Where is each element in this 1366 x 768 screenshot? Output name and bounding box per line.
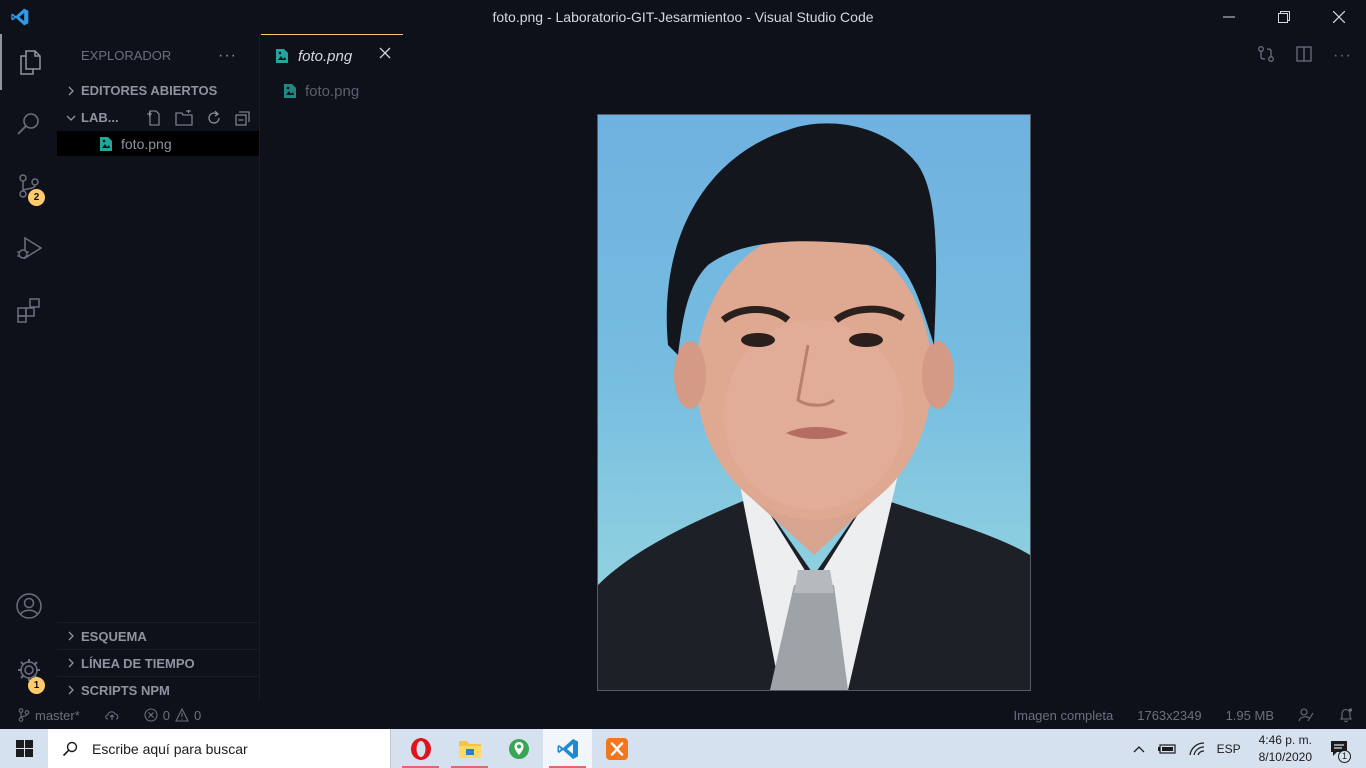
input-language[interactable]: ESP (1211, 742, 1247, 756)
action-center-icon[interactable]: 1 (1324, 740, 1366, 763)
taskbar-vscode[interactable] (543, 729, 592, 768)
image-size: 1.95 MB (1225, 707, 1274, 723)
taskbar-xampp[interactable] (592, 729, 641, 768)
manage-badge: 1 (28, 677, 45, 694)
windows-start-icon[interactable] (0, 729, 48, 768)
chevron-right-icon (63, 685, 79, 695)
show-hidden-icons-icon[interactable] (1127, 745, 1151, 753)
new-folder-icon[interactable] (175, 109, 193, 126)
close-window-button[interactable] (1311, 0, 1366, 34)
chevron-right-icon (63, 658, 79, 668)
feedback-icon[interactable] (1286, 707, 1326, 723)
activity-run-debug[interactable] (0, 220, 57, 276)
breadcrumb-file: foto.png (305, 82, 360, 100)
clock-time: 4:46 p. m. (1258, 732, 1312, 747)
section-folder-label: LAB... (81, 110, 119, 125)
section-folder[interactable]: LAB... (57, 104, 259, 131)
section-npm-scripts[interactable]: SCRIPTS NPM (57, 676, 260, 703)
taskbar-maps[interactable] (494, 729, 543, 768)
new-file-icon[interactable] (146, 109, 162, 126)
image-file-icon (283, 83, 297, 99)
activity-search[interactable] (0, 96, 57, 152)
search-icon (62, 741, 78, 756)
problems-status[interactable]: 0 0 (144, 708, 201, 723)
open-changes-icon[interactable] (1257, 45, 1275, 66)
warning-count: 0 (194, 707, 202, 723)
close-tab-icon[interactable] (379, 47, 391, 59)
clock[interactable]: 4:46 p. m. 8/10/2020 (1247, 732, 1324, 766)
search-icon (16, 113, 39, 135)
section-timeline-label: LÍNEA DE TIEMPO (81, 655, 195, 671)
restore-button[interactable] (1256, 0, 1311, 34)
git-branch-icon (18, 708, 30, 722)
warning-icon (175, 708, 189, 722)
activity-accounts[interactable] (0, 578, 57, 634)
window-title: foto.png - Laboratorio-GIT-Jesarmientoo … (492, 9, 874, 25)
image-preview[interactable] (597, 114, 1031, 691)
clock-date: 8/10/2020 (1258, 749, 1312, 764)
taskbar-opera[interactable] (396, 729, 445, 768)
branch-name: master* (35, 707, 80, 723)
image-dimensions: 1763x2349 (1137, 707, 1202, 723)
section-open-editors[interactable]: EDITORES ABIERTOS (57, 77, 259, 104)
activity-bar: 2 1 (0, 34, 57, 701)
xampp-icon (605, 737, 628, 760)
tab-foto-png[interactable]: foto.png (261, 34, 403, 77)
notification-count: 1 (1338, 749, 1351, 763)
account-icon (15, 593, 42, 619)
section-outline-label: ESQUEMA (81, 628, 147, 644)
refresh-icon[interactable] (206, 110, 222, 126)
maps-icon (508, 738, 529, 759)
title-bar: foto.png - Laboratorio-GIT-Jesarmientoo … (0, 0, 1366, 34)
error-count: 0 (162, 707, 171, 723)
wifi-icon[interactable] (1183, 741, 1211, 756)
image-zoom-mode[interactable]: Imagen completa (1002, 708, 1126, 723)
section-open-editors-label: EDITORES ABIERTOS (81, 83, 218, 98)
collapse-all-icon[interactable] (235, 110, 251, 126)
section-outline[interactable]: ESQUEMA (57, 622, 260, 649)
tab-bar: foto.png ··· (261, 34, 1366, 77)
sync-button[interactable] (104, 709, 120, 721)
source-control-badge: 2 (28, 189, 45, 206)
editor-area: foto.png ··· foto.png (261, 34, 1366, 701)
chevron-right-icon (63, 631, 79, 641)
folder-icon (458, 740, 481, 758)
taskbar-search-input[interactable]: Escribe aquí para buscar (48, 729, 391, 768)
breadcrumb[interactable]: foto.png (261, 77, 1366, 105)
files-icon (19, 50, 41, 75)
file-item-foto[interactable]: foto.png (57, 131, 259, 156)
activity-extensions[interactable] (0, 282, 57, 338)
taskbar-file-explorer[interactable] (445, 729, 494, 768)
section-timeline[interactable]: LÍNEA DE TIEMPO (57, 649, 260, 676)
status-bar: master* 0 0 Imagen completa 1763x2349 1.… (0, 701, 1366, 729)
image-file-icon (99, 136, 113, 152)
image-file-icon (275, 48, 289, 64)
chevron-down-icon (63, 114, 79, 122)
chevron-right-icon (63, 86, 79, 96)
activity-manage[interactable]: 1 (0, 642, 57, 698)
sidebar-title: EXPLORADOR (81, 48, 172, 63)
file-item-label: foto.png (121, 135, 172, 152)
minimize-button[interactable] (1201, 0, 1256, 34)
battery-icon[interactable] (1151, 743, 1183, 755)
tab-label: foto.png (298, 47, 353, 65)
opera-icon (410, 737, 431, 760)
debug-icon (16, 236, 42, 260)
extensions-icon (16, 298, 40, 323)
error-icon (144, 708, 158, 722)
more-actions-button[interactable]: ··· (218, 47, 237, 65)
activity-explorer[interactable] (0, 34, 57, 90)
split-editor-icon[interactable] (1295, 45, 1313, 66)
section-npm-scripts-label: SCRIPTS NPM (81, 682, 170, 698)
activity-source-control[interactable]: 2 (0, 158, 57, 214)
vscode-icon (557, 738, 578, 759)
taskbar-search-placeholder: Escribe aquí para buscar (92, 740, 248, 757)
branch-status[interactable]: master* (18, 708, 80, 723)
vscode-logo-icon[interactable] (0, 0, 40, 34)
windows-taskbar: Escribe aquí para buscar ESP 4:46 p. m. … (0, 729, 1366, 768)
sidebar-explorer: EXPLORADOR ··· EDITORES ABIERTOS LAB... … (57, 34, 260, 701)
cloud-upload-icon (105, 711, 119, 720)
notifications-bell-icon[interactable] (1326, 707, 1366, 723)
more-actions-icon[interactable]: ··· (1333, 47, 1352, 65)
